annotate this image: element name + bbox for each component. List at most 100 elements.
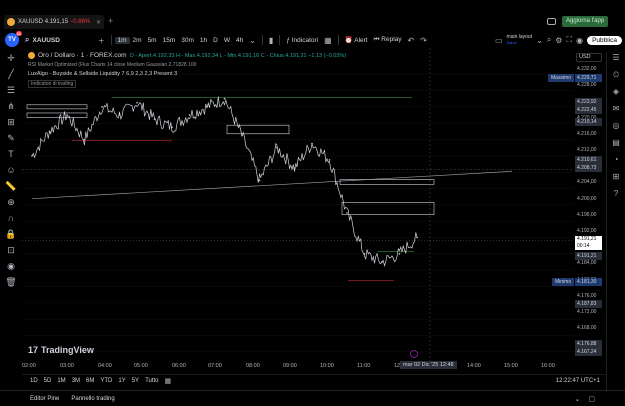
interval-d[interactable]: D: [210, 37, 221, 44]
calendar-icon[interactable]: ▤: [610, 137, 622, 149]
close-tab-icon[interactable]: ✕: [96, 19, 101, 26]
brush-icon[interactable]: ✎: [5, 132, 17, 144]
range-ytd[interactable]: YTD: [100, 378, 112, 384]
redo-icon[interactable]: ↷: [417, 36, 430, 45]
chart-title[interactable]: Oro / Dollaro · 1 · FOREX.com: [38, 52, 127, 59]
range-1m[interactable]: 1M: [57, 378, 65, 384]
watchlist-icon[interactable]: ☰: [610, 52, 622, 64]
notifications-icon[interactable]: ◔: [610, 154, 622, 166]
interval-30m[interactable]: 30m: [178, 37, 197, 44]
crosshair-icon[interactable]: ✛: [5, 52, 17, 64]
new-tab-button[interactable]: +: [108, 16, 113, 26]
trend-line[interactable]: [31, 171, 513, 200]
price-tick-label: 4.200,00: [577, 195, 597, 202]
ruler-icon[interactable]: 📏: [5, 180, 17, 192]
chevron-down-icon[interactable]: ⌄: [575, 395, 581, 403]
fullscreen-icon[interactable]: ⛶: [566, 35, 572, 45]
upgrade-app-button[interactable]: Aggiorna l'app: [562, 16, 609, 27]
range-5y[interactable]: 5Y: [132, 378, 139, 384]
undo-icon[interactable]: ↶: [405, 36, 418, 45]
interval-1h[interactable]: 1h: [197, 37, 210, 44]
publish-button[interactable]: Pubblica: [587, 35, 622, 45]
camera-icon[interactable]: ◉: [576, 36, 583, 45]
indicator-luxalgo[interactable]: LuxAlgo - Buyside & Sellside Liquidity 7…: [28, 71, 528, 77]
time-tick-label: 05:00: [134, 363, 148, 369]
indicator-trading[interactable]: Indicatori di trading: [28, 80, 77, 88]
replay-marker-icon[interactable]: [410, 350, 418, 358]
interval-15m[interactable]: 15m: [160, 37, 179, 44]
add-symbol-button[interactable]: ＋: [95, 35, 108, 45]
layout-save-status: Salva: [506, 40, 517, 45]
search-icon[interactable]: ⌕: [547, 35, 551, 45]
liquidity-zone-box[interactable]: [26, 112, 88, 118]
interval-5m[interactable]: 5m: [145, 37, 160, 44]
max-label: Massimo: [548, 74, 575, 82]
lock-drawings-icon[interactable]: 🔒: [5, 228, 17, 240]
maximize-panel-icon[interactable]: ▢: [588, 395, 595, 403]
symbol-search[interactable]: ⌕ XAUUSD: [25, 35, 95, 45]
range-5d[interactable]: 5D: [44, 378, 52, 384]
alert-button[interactable]: ⏰ Alert: [342, 36, 371, 44]
indicators-button[interactable]: ƒ Indicatori: [283, 37, 321, 44]
trash-icon[interactable]: 🗑: [5, 276, 17, 288]
text-icon[interactable]: T: [5, 148, 17, 160]
ideas-icon[interactable]: ◎: [610, 120, 622, 132]
utc-clock[interactable]: 12:22:47 UTC+1: [556, 378, 600, 384]
price-series-line[interactable]: [31, 96, 418, 268]
tradingview-watermark: 17 TradingView: [28, 345, 94, 355]
candle-type-icon[interactable]: ▮: [266, 36, 276, 45]
magnet-icon[interactable]: ∩: [5, 212, 17, 224]
trendline-icon[interactable]: ╱: [5, 68, 17, 80]
zoom-in-icon[interactable]: ⊕: [5, 196, 17, 208]
chart-toolbar: TV 11 ⌕ XAUUSD ＋ 1m 2m 5m 15m 30m 1h D W…: [0, 31, 625, 48]
liquidity-zone-box[interactable]: [226, 124, 290, 135]
price-level-tag: 4.223,92: [575, 98, 602, 106]
lock-icon[interactable]: ⊡: [5, 244, 17, 256]
layers-icon[interactable]: ◈: [610, 86, 622, 98]
emoji-icon[interactable]: ☺: [5, 164, 17, 176]
indicator-rsi[interactable]: RSI Market Optimized (Flux Charts 14 clo…: [28, 62, 528, 68]
templates-icon[interactable]: ▦: [321, 36, 335, 45]
calculator-icon[interactable]: ⊞: [610, 171, 622, 183]
range-1d[interactable]: 1D: [30, 378, 38, 384]
tab-change: −0.86%: [69, 19, 91, 25]
replay-button[interactable]: ⏮ Replay: [371, 36, 405, 44]
chevron-down-icon[interactable]: ⌄: [536, 36, 543, 45]
fib-icon[interactable]: ⊞: [5, 116, 17, 128]
browser-tab-xauusd[interactable]: XAUUSD 4.191,15 −0.86% ✕: [4, 15, 104, 29]
price-data-point: [381, 261, 383, 263]
liquidity-zone-box[interactable]: [341, 202, 435, 215]
range-6m[interactable]: 6M: [86, 378, 94, 384]
trading-panel-tab[interactable]: Pannello trading: [71, 396, 114, 402]
interval-w[interactable]: W: [221, 37, 233, 44]
price-data-point: [258, 179, 261, 182]
interval-1m[interactable]: 1m: [114, 36, 130, 44]
currency-selector[interactable]: USD: [576, 53, 602, 62]
price-axis[interactable]: [574, 48, 606, 368]
interval-4h[interactable]: 4h: [233, 37, 246, 44]
alerts-clock-icon[interactable]: ⏲: [610, 69, 622, 81]
chat-bubble-icon[interactable]: ✉: [610, 103, 622, 115]
time-tick-label: 15:00: [504, 363, 518, 369]
chevron-down-icon[interactable]: ⌄: [246, 36, 259, 45]
price-data-point: [223, 97, 226, 100]
layout-icon[interactable]: ▭: [495, 36, 503, 45]
range-all[interactable]: Tutto: [145, 378, 158, 384]
price-chart[interactable]: [22, 48, 574, 368]
range-3m[interactable]: 3M: [72, 378, 80, 384]
eye-icon[interactable]: ◉: [5, 260, 17, 272]
pitchfork-icon[interactable]: ⋔: [5, 100, 17, 112]
price-data-point: [398, 253, 401, 255]
chat-icon[interactable]: [547, 18, 556, 25]
chart-svg[interactable]: [22, 48, 574, 368]
tradingview-logo-icon[interactable]: TV 11: [5, 31, 22, 47]
range-1y[interactable]: 1Y: [118, 378, 125, 384]
gear-icon[interactable]: ⚙: [555, 36, 562, 45]
layout-selector[interactable]: main layout Salva: [506, 34, 533, 46]
interval-2m[interactable]: 2m: [130, 37, 145, 44]
horizontal-lines-icon[interactable]: ☰: [5, 84, 17, 96]
calendar-icon[interactable]: ▦: [165, 377, 172, 385]
price-data-point: [83, 138, 86, 141]
pine-editor-tab[interactable]: Editor Pine: [30, 396, 59, 402]
help-icon[interactable]: ?: [610, 188, 622, 200]
